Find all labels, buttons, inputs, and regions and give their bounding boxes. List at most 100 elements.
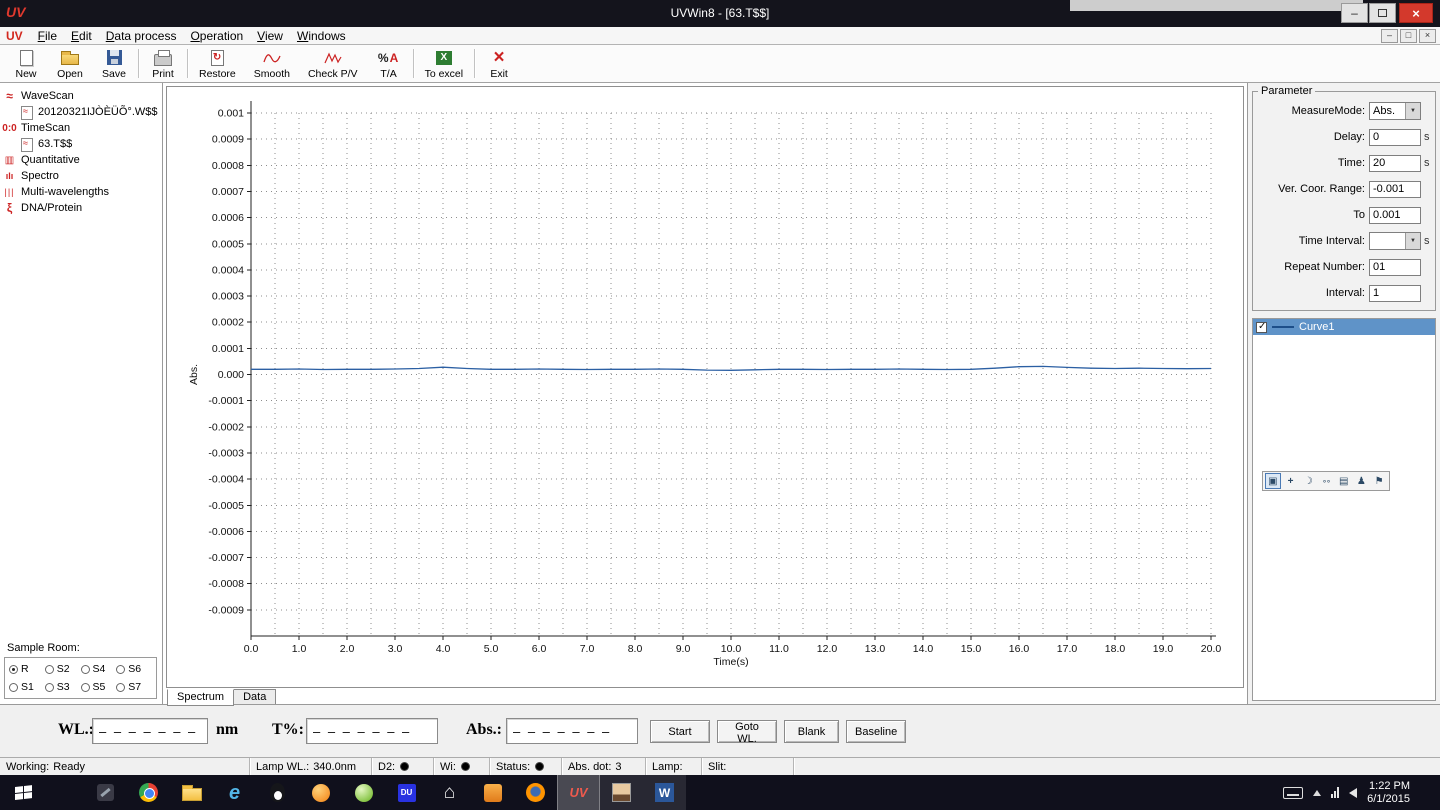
sample-room-radio-s1[interactable]: S1 bbox=[9, 681, 45, 693]
taskbar-chrome[interactable] bbox=[127, 775, 170, 810]
sample-room-radio-s7[interactable]: S7 bbox=[116, 681, 152, 693]
delay-input[interactable] bbox=[1369, 129, 1421, 146]
show-hidden-icons-icon[interactable] bbox=[1313, 790, 1321, 796]
sample-room-radio-s2[interactable]: S2 bbox=[45, 663, 81, 675]
taskbar-orange-app[interactable] bbox=[299, 775, 342, 810]
restore-button[interactable] bbox=[1369, 3, 1396, 23]
clock[interactable]: 1:22 PM 6/1/2015 bbox=[1367, 780, 1410, 806]
t-label: T%: bbox=[272, 721, 304, 739]
green-app-icon bbox=[355, 784, 373, 802]
svg-text:0.0007: 0.0007 bbox=[212, 186, 244, 198]
svg-text:10.0: 10.0 bbox=[721, 643, 742, 655]
t-readout[interactable] bbox=[306, 718, 438, 744]
ta-button[interactable]: T/A bbox=[367, 45, 411, 82]
time-input[interactable] bbox=[1369, 155, 1421, 172]
new-button[interactable]: New bbox=[4, 45, 48, 82]
chevron-down-icon[interactable] bbox=[1405, 103, 1420, 119]
tree-item-timescan[interactable]: 0:0 TimeScan bbox=[2, 120, 160, 136]
tab-spectrum[interactable]: Spectrum bbox=[167, 689, 234, 706]
menu-windows[interactable]: Windows bbox=[290, 28, 353, 44]
to-excel-button[interactable]: To excel bbox=[416, 45, 473, 82]
tree-item-spectro[interactable]: Spectro bbox=[2, 168, 160, 184]
sample-room-radio-s6[interactable]: S6 bbox=[116, 663, 152, 675]
taskbar-word[interactable]: W bbox=[643, 775, 686, 810]
dark-mode-icon[interactable] bbox=[1300, 473, 1316, 489]
tree-item-wavescan-file[interactable]: 20120321ĲÒÈÜÕ°.W$$ bbox=[2, 104, 160, 120]
chevron-down-icon[interactable] bbox=[1405, 233, 1420, 249]
close-button[interactable]: × bbox=[1399, 3, 1433, 23]
taskbar-utility-app[interactable] bbox=[84, 775, 127, 810]
settings-icon[interactable] bbox=[1371, 473, 1387, 489]
tree-item-dna-protein[interactable]: DNA/Protein bbox=[2, 200, 160, 216]
start-button[interactable]: Start bbox=[650, 720, 710, 743]
home-icon: ⌂ bbox=[444, 782, 455, 804]
wl-readout[interactable] bbox=[92, 718, 208, 744]
menu-edit[interactable]: Edit bbox=[64, 28, 99, 44]
svg-text:-0.0009: -0.0009 bbox=[208, 604, 244, 616]
menu-file[interactable]: File bbox=[31, 28, 64, 44]
network-icon[interactable] bbox=[1331, 787, 1339, 798]
menu-data-process[interactable]: Data process bbox=[99, 28, 184, 44]
crosshair-icon[interactable] bbox=[1283, 473, 1299, 489]
vert-range-to-input[interactable] bbox=[1369, 207, 1421, 224]
vert-range-from-input[interactable] bbox=[1369, 181, 1421, 198]
taskbar-baidu[interactable]: DU bbox=[385, 775, 428, 810]
curve-legend-item[interactable]: Curve1 bbox=[1253, 319, 1435, 335]
baseline-button[interactable]: Baseline bbox=[846, 720, 906, 743]
print-button[interactable]: Print bbox=[141, 45, 185, 82]
sample-room-radio-s4[interactable]: S4 bbox=[81, 663, 117, 675]
abs-readout[interactable] bbox=[506, 718, 638, 744]
taskbar-home-app[interactable]: ⌂ bbox=[428, 775, 471, 810]
menu-operation[interactable]: Operation bbox=[183, 28, 250, 44]
tree-item-quantitative[interactable]: Quantitative bbox=[2, 152, 160, 168]
sample-room-radio-r[interactable]: R bbox=[9, 663, 45, 675]
menu-view[interactable]: View bbox=[250, 28, 290, 44]
minimize-button[interactable]: – bbox=[1341, 3, 1368, 23]
taskbar-green-app[interactable] bbox=[342, 775, 385, 810]
spectro-icon bbox=[2, 171, 17, 182]
blank-button[interactable]: Blank bbox=[784, 720, 839, 743]
taskbar-file-explorer[interactable] bbox=[170, 775, 213, 810]
status-lamp: Lamp: bbox=[646, 758, 702, 775]
exit-button[interactable]: Exit bbox=[477, 45, 521, 82]
volume-icon[interactable] bbox=[1349, 788, 1357, 798]
goto-wl-button[interactable]: Goto WL. bbox=[717, 720, 777, 743]
smooth-button[interactable]: Smooth bbox=[245, 45, 299, 82]
taskbar-uvwin8[interactable]: UV bbox=[557, 775, 600, 810]
curve-visibility-checkbox[interactable] bbox=[1256, 322, 1267, 333]
svg-text:20.0: 20.0 bbox=[1201, 643, 1222, 655]
grid-icon[interactable] bbox=[1336, 473, 1352, 489]
save-button[interactable]: Save bbox=[92, 45, 136, 82]
tree-item-multi-wavelengths[interactable]: Multi-wavelengths bbox=[2, 184, 160, 200]
taskbar-tool-app[interactable] bbox=[471, 775, 514, 810]
repeat-number-input[interactable] bbox=[1369, 259, 1421, 276]
start-button[interactable] bbox=[0, 775, 48, 810]
check-pv-button[interactable]: Check P/V bbox=[299, 45, 367, 82]
svg-text:14.0: 14.0 bbox=[913, 643, 934, 655]
data-points-icon[interactable] bbox=[1318, 473, 1334, 489]
tree-item-wavescan[interactable]: WaveScan bbox=[2, 88, 160, 104]
sample-room-radio-s5[interactable]: S5 bbox=[81, 681, 117, 693]
marker-icon[interactable] bbox=[1354, 473, 1370, 489]
measure-mode-select[interactable]: Abs. bbox=[1369, 102, 1421, 120]
tree-item-timescan-file[interactable]: 63.T$$ bbox=[2, 136, 160, 152]
zoom-window-icon[interactable] bbox=[1265, 473, 1281, 489]
mdi-minimize-button[interactable]: – bbox=[1381, 29, 1398, 43]
restore-graph-button[interactable]: Restore bbox=[190, 45, 245, 82]
status-filler bbox=[794, 758, 1440, 775]
mdi-restore-button[interactable]: □ bbox=[1400, 29, 1417, 43]
mdi-close-button[interactable]: × bbox=[1419, 29, 1436, 43]
taskbar-firefox[interactable] bbox=[514, 775, 557, 810]
taskbar-photo-viewer[interactable] bbox=[600, 775, 643, 810]
interval-input[interactable] bbox=[1369, 285, 1421, 302]
sample-room-radio-s3[interactable]: S3 bbox=[45, 681, 81, 693]
open-button[interactable]: Open bbox=[48, 45, 92, 82]
exit-icon bbox=[494, 49, 505, 66]
word-icon: W bbox=[655, 783, 674, 802]
time-interval-select[interactable] bbox=[1369, 232, 1421, 250]
taskbar-qq[interactable] bbox=[256, 775, 299, 810]
keyboard-icon[interactable] bbox=[1283, 787, 1303, 799]
readout-bar: WL.: nm T%: Abs.: Start Goto WL. Blank B… bbox=[0, 704, 1440, 757]
taskbar-internet-explorer[interactable]: e bbox=[213, 775, 256, 810]
svg-text:6.0: 6.0 bbox=[532, 643, 547, 655]
